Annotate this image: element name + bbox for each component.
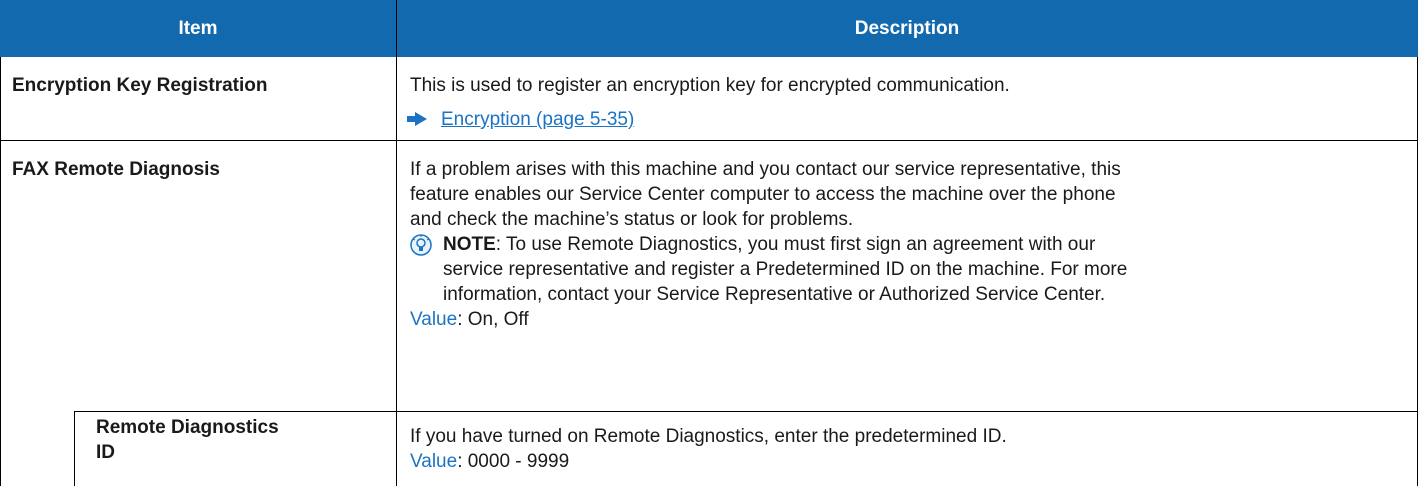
row-item-remote-diagnostics-id: Remote Diagnostics ID <box>96 415 279 465</box>
row-divider <box>0 140 1418 141</box>
item-label-line: ID <box>96 442 115 463</box>
value-text: : On, Off <box>457 309 529 330</box>
sub-item-indent-line <box>74 411 75 486</box>
value-text: : 0000 - 9999 <box>457 451 570 472</box>
reference-arrow-icon <box>407 108 427 133</box>
value-line: Value: 0000 - 9999 <box>410 449 569 474</box>
row-description-line: and check the machine’s status or look f… <box>410 209 854 230</box>
table-border-left <box>0 57 1 486</box>
encryption-page-link[interactable]: Encryption (page 5-35) <box>441 107 634 132</box>
header-description: Description <box>396 0 1418 57</box>
header-item: Item <box>0 0 396 57</box>
item-label: Encryption Key Registration <box>12 75 268 96</box>
note-text: : To use Remote Diagnostics, you must fi… <box>495 234 1096 255</box>
note-label: NOTE <box>443 234 496 255</box>
row-description: This is used to register an encryption k… <box>410 75 1010 96</box>
row-item-fax-remote-diagnosis: FAX Remote Diagnosis <box>12 159 220 180</box>
value-label: Value <box>410 309 458 330</box>
row-description: If you have turned on Remote Diagnostics… <box>410 426 1007 447</box>
note-line: information, contact your Service Repres… <box>443 284 1106 305</box>
column-divider <box>396 0 397 486</box>
row-description-line: If a problem arises with this machine an… <box>410 159 1121 180</box>
note-lightbulb-icon <box>410 234 432 256</box>
value-label: Value <box>410 451 458 472</box>
note-line: NOTE: To use Remote Diagnostics, you mus… <box>443 232 1095 257</box>
row-item-encryption-key-registration: Encryption Key Registration <box>12 73 382 98</box>
item-label-line: Remote Diagnostics <box>96 417 279 438</box>
value-line: Value: On, Off <box>410 307 529 332</box>
row-description-line: feature enables our Service Center compu… <box>410 184 1116 205</box>
row-divider <box>74 411 1418 412</box>
note-line: service representative and register a Pr… <box>443 259 1128 280</box>
